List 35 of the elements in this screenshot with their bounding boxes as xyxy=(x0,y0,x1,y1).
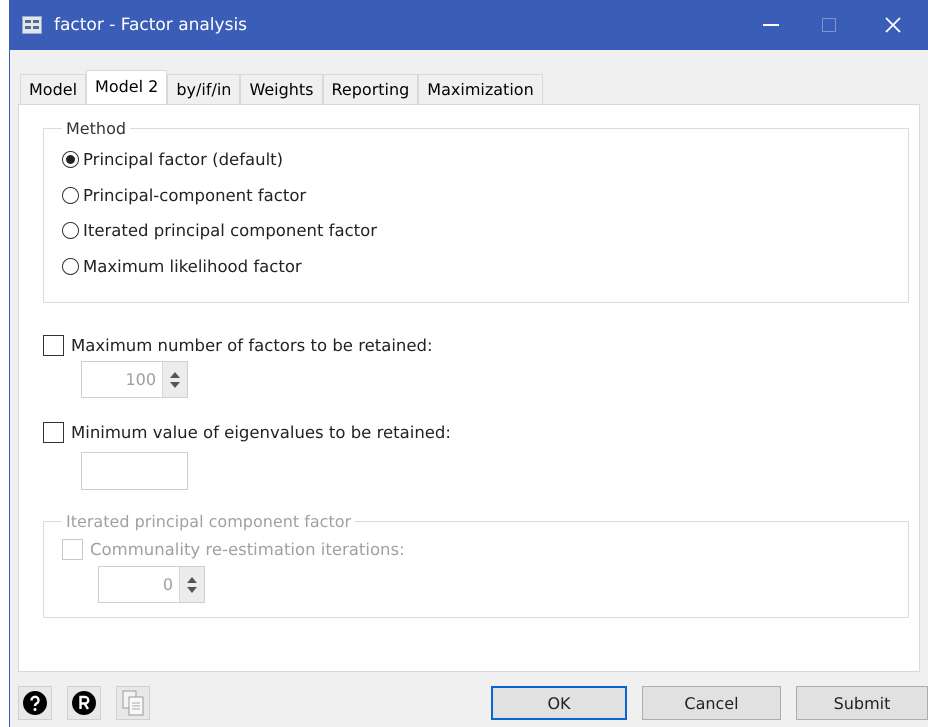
up-arrow-icon[interactable] xyxy=(187,576,197,582)
radio-button[interactable] xyxy=(62,151,79,168)
option-label: Principal factor (default) xyxy=(83,150,284,170)
input-field[interactable] xyxy=(81,452,188,490)
window-title: factor - Factor analysis xyxy=(54,15,248,35)
dialog-button[interactable]: Cancel xyxy=(642,686,781,720)
group-title: Iterated principal component factor xyxy=(65,512,352,531)
checkbox-label: Minimum value of eigenvalues to be retained: xyxy=(71,423,451,442)
dialog-button[interactable]: Submit xyxy=(796,686,928,720)
checkbox-label: Maximum number of factors to be retained: xyxy=(71,336,433,355)
tab[interactable]: Maximization xyxy=(418,74,543,104)
copy-icon xyxy=(122,690,144,716)
help-button[interactable] xyxy=(18,686,52,720)
checkbox-label: Communality re-estimation iterations: xyxy=(90,540,405,559)
radio-button[interactable] xyxy=(62,258,79,275)
option-label: Maximum likelihood factor xyxy=(83,256,302,276)
radio-button[interactable] xyxy=(62,186,79,204)
circled-r-icon xyxy=(72,691,96,715)
radio-button[interactable] xyxy=(62,222,79,240)
checkbox[interactable] xyxy=(43,422,64,443)
reset-button[interactable] xyxy=(67,686,101,720)
group-title: Method xyxy=(65,119,128,138)
window-icon xyxy=(22,16,42,34)
copy-button[interactable] xyxy=(116,686,150,720)
tab[interactable]: Model 2 xyxy=(86,70,168,104)
help-icon xyxy=(23,691,47,715)
close-icon[interactable] xyxy=(885,17,901,33)
option-label: Principal-component factor xyxy=(83,186,306,205)
option-label: Iterated principal component factor xyxy=(83,221,378,240)
tab[interactable]: Weights xyxy=(240,74,323,104)
down-arrow-icon[interactable] xyxy=(187,586,197,592)
tab[interactable]: Reporting xyxy=(322,74,418,104)
tab[interactable]: by/if/in xyxy=(167,74,240,104)
dialog-button[interactable]: OK xyxy=(491,686,627,720)
tab[interactable]: Model xyxy=(20,74,86,104)
